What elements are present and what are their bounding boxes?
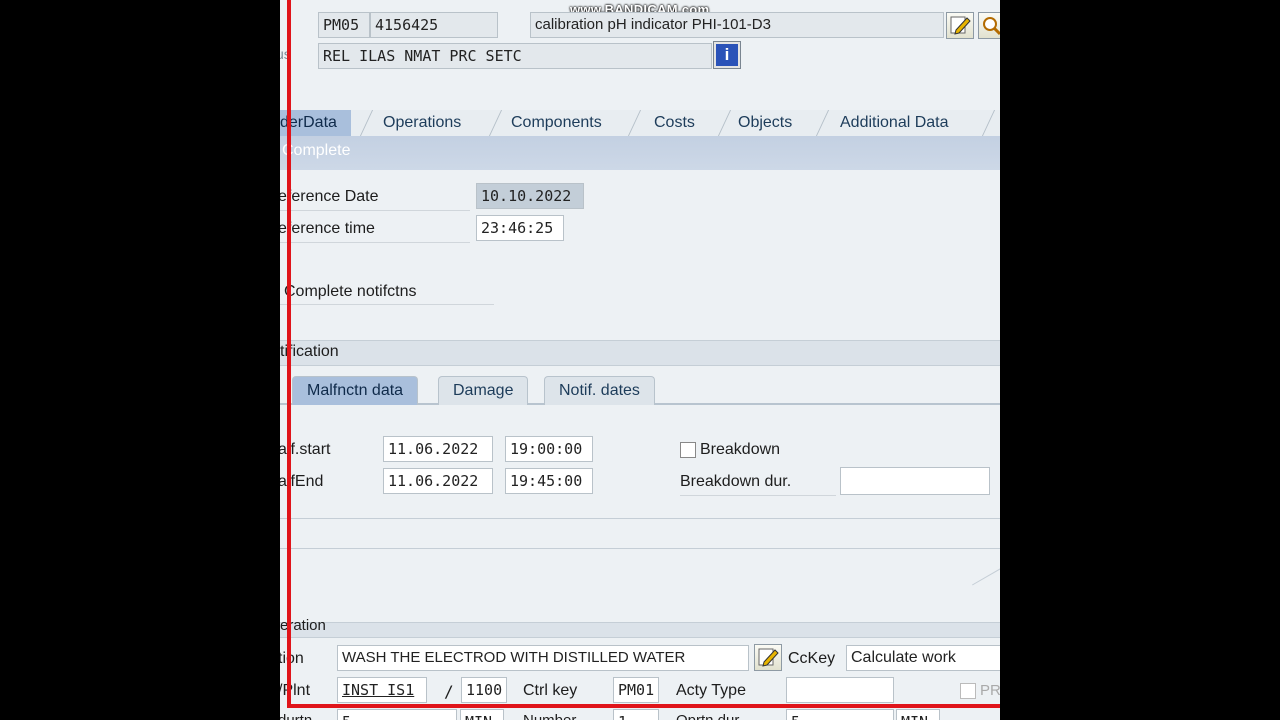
operation-duration-field[interactable]: 5 [786, 709, 894, 720]
operation-duration-unit-field[interactable]: MIN [896, 709, 940, 720]
operation-duration-label: Oprtn dur. [676, 712, 743, 720]
number-field[interactable]: 1 [613, 709, 659, 720]
duration-label: durtn [280, 712, 312, 720]
recording-frame [287, 0, 1000, 708]
duration-unit-field[interactable]: MIN [460, 709, 504, 720]
number-label: Number [523, 712, 576, 720]
sap-order-screen: www.BANDICAM.com PM05 4156425 calibratio… [280, 0, 1000, 720]
duration-field[interactable]: 5 [337, 709, 457, 720]
